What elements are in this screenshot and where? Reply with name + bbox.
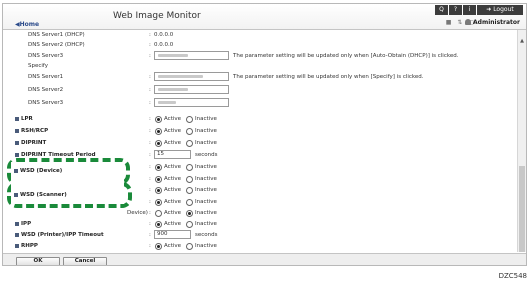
setting-row-rsh: RSH/RCP : Active Inactive <box>3 125 515 137</box>
radio-inactive[interactable] <box>186 220 194 228</box>
bullet-icon <box>14 169 18 173</box>
home-link[interactable]: ◀Home <box>15 21 39 28</box>
network-icon: ⇅ <box>457 19 465 26</box>
setting-row-lpr: LPR : Active Inactive <box>3 113 515 125</box>
radio-active[interactable] <box>155 175 162 183</box>
unit-label: seconds <box>195 152 218 158</box>
dns-label: DNS Server2 <box>28 87 64 93</box>
radio-active[interactable] <box>155 220 162 228</box>
header-bar: ◀Home Web Image Monitor Q ? i ➜ Logout ■… <box>3 4 526 30</box>
radio-inactive[interactable] <box>186 175 194 183</box>
radio-active[interactable] <box>155 127 162 135</box>
setting-label: RSH/RCP <box>21 128 49 134</box>
dns-row: DNS Server2 : <box>3 84 515 96</box>
setting-row-rhpp: RHPP : Active Inactive <box>3 240 515 252</box>
radio-inactive[interactable] <box>186 198 194 206</box>
radio-active[interactable] <box>155 242 162 250</box>
ipp-timeout-field[interactable]: 900 <box>154 230 191 239</box>
bullet-icon <box>15 222 19 226</box>
radio-inactive[interactable] <box>186 127 194 135</box>
bullet-icon <box>15 141 19 145</box>
dns-label: DNS Server3 <box>28 100 64 106</box>
search-button[interactable]: Q <box>435 5 448 15</box>
cancel-button[interactable]: Cancel <box>63 257 107 265</box>
vertical-scrollbar[interactable]: ▲ ▼ <box>517 30 526 259</box>
browser-frame: ◀Home Web Image Monitor Q ? i ➜ Logout ■… <box>2 3 527 266</box>
scroll-up-icon[interactable]: ▲ <box>519 38 525 44</box>
setting-label: DIPRINT <box>21 140 47 146</box>
setting-label: WSD (Scanner) <box>20 192 67 198</box>
figure-id: DZC548 <box>498 272 527 280</box>
radio-active[interactable] <box>155 139 162 147</box>
diprint-timeout-field[interactable]: 15 <box>154 150 191 159</box>
dns-server2-field[interactable] <box>154 85 229 94</box>
user-icon <box>465 19 472 25</box>
app-title: Web Image Monitor <box>113 11 201 21</box>
dns-server3-dhcp-field[interactable] <box>154 51 229 60</box>
setting-label: LPR <box>21 116 33 122</box>
bullet-icon <box>15 233 19 237</box>
radio-active[interactable] <box>155 209 162 217</box>
logout-button[interactable]: ➜ Logout <box>477 5 523 15</box>
footer-bar: OK Cancel <box>3 253 526 265</box>
home-link-label: Home <box>19 21 40 28</box>
radio-active[interactable] <box>155 186 162 194</box>
user-name: Administrator <box>473 19 520 26</box>
user-indicator: Administrator <box>465 19 520 26</box>
dns-row: DNS Server1 : The parameter setting will… <box>3 71 515 83</box>
setting-row-diprint: DIPRINT : Active Inactive <box>3 137 515 149</box>
radio-inactive[interactable] <box>186 163 194 171</box>
radio-group: Active Inactive <box>155 113 222 125</box>
dns-server1-field[interactable] <box>154 72 229 81</box>
dns-label: DNS Server1 <box>28 74 64 80</box>
radio-inactive[interactable] <box>186 139 194 147</box>
radio-active[interactable] <box>155 163 162 171</box>
lock-icon: ■ <box>445 19 454 26</box>
radio-inactive[interactable] <box>186 186 194 194</box>
bullet-icon <box>15 129 19 133</box>
bullet-icon <box>15 244 19 248</box>
info-button[interactable]: i <box>463 5 476 15</box>
radio-group: Active Inactive <box>155 161 222 173</box>
bullet-icon <box>14 193 18 197</box>
help-button[interactable]: ? <box>449 5 462 15</box>
radio-group: Active Inactive <box>155 125 222 137</box>
bullet-icon <box>15 153 19 157</box>
setting-row-wsd-scanner-label: WSD (Scanner) <box>0 189 130 201</box>
dns-note: The parameter setting will be updated on… <box>233 74 424 80</box>
setting-label: WSD (Device) <box>20 168 63 174</box>
setting-label: RHPP <box>21 243 38 249</box>
radio-inactive[interactable] <box>186 209 194 217</box>
radio-inactive[interactable] <box>186 242 194 250</box>
radio-group: Active Inactive <box>155 240 222 252</box>
radio-active[interactable] <box>155 198 162 206</box>
header-toolbar: Q ? i ➜ Logout <box>435 5 523 15</box>
radio-group: Active Inactive <box>155 137 222 149</box>
radio-active[interactable] <box>155 115 162 123</box>
ok-button[interactable]: OK <box>16 257 60 265</box>
setting-row-wsd-device-label: WSD (Device) <box>0 165 130 177</box>
radio-group: Active Inactive <box>155 184 222 196</box>
radio-inactive[interactable] <box>186 115 194 123</box>
dns-server3-field[interactable] <box>154 98 229 107</box>
scroll-thumb[interactable] <box>519 166 525 252</box>
bullet-icon <box>15 117 19 121</box>
dns-row: DNS Server3 : <box>3 97 515 109</box>
logout-label: Logout <box>493 6 514 13</box>
